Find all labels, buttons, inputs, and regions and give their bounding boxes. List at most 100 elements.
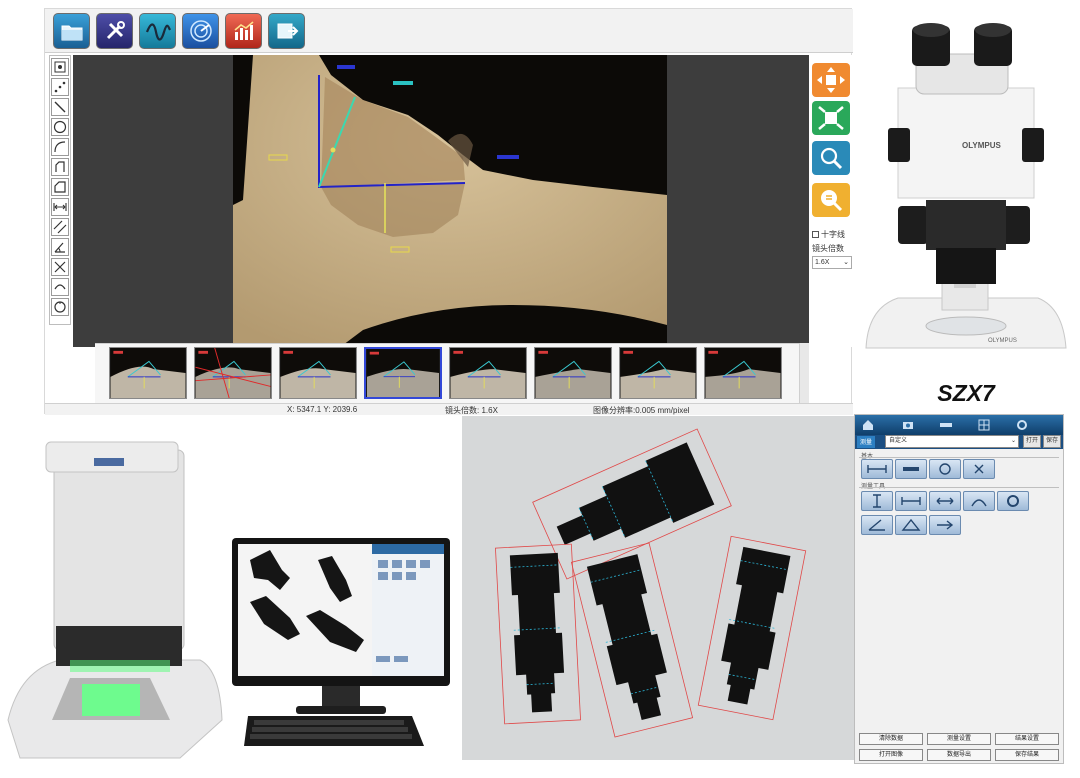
open-image-button[interactable]: 打开图像 <box>859 749 923 761</box>
stereo-microscope-image: OLYMPUS OLYMPUS <box>865 23 1067 349</box>
tool-arc-button[interactable] <box>963 491 995 511</box>
arc-tool-button[interactable] <box>51 138 69 156</box>
coordinates-readout: X: 5347.1 Y: 2039.6 <box>287 405 358 414</box>
export-icon <box>277 23 298 39</box>
zoom-label: 镜头倍数 <box>812 244 844 253</box>
chevron-down-icon: ⌄ <box>843 259 849 266</box>
polyline-tool-button[interactable] <box>51 158 69 176</box>
tool-vertical-button[interactable] <box>861 491 893 511</box>
radar-button[interactable] <box>182 13 219 49</box>
home-icon[interactable] <box>861 418 875 432</box>
pixel-scale-readout: 图像分辨率:0.005 mm/pixel <box>593 406 690 415</box>
weld-thumbnail[interactable] <box>279 347 357 399</box>
thumbnail-strip <box>95 343 807 403</box>
curve-tool-button[interactable] <box>51 278 69 296</box>
zoom-button[interactable] <box>812 141 850 175</box>
parallel-tool-icon <box>53 220 67 234</box>
export-button[interactable] <box>268 13 305 49</box>
template-select[interactable]: 自定义 ⌄ <box>885 435 1019 448</box>
line-tool-button[interactable] <box>51 98 69 116</box>
parallel-tool-button[interactable] <box>51 218 69 236</box>
measure-circle-button[interactable] <box>929 459 961 479</box>
save-result-button[interactable]: 保存结果 <box>995 749 1059 761</box>
section-tools-label: 测量工具 <box>861 481 885 490</box>
image-canvas[interactable] <box>73 55 809 347</box>
open-folder-icon <box>61 25 82 41</box>
grid-icon[interactable] <box>977 418 991 432</box>
camera-icon[interactable] <box>901 418 915 432</box>
arrow-icon <box>937 520 954 530</box>
tool-arrow-button[interactable] <box>929 515 961 535</box>
panel-header <box>855 415 1063 435</box>
thumbnail-image <box>110 348 186 398</box>
settings-icon[interactable] <box>1015 418 1029 432</box>
move-button[interactable] <box>812 63 850 97</box>
open-button[interactable]: 打开 <box>1023 435 1041 448</box>
model-label: SZX7 <box>937 380 995 406</box>
point-icon <box>974 464 984 474</box>
measure-width-button[interactable] <box>861 459 893 479</box>
measure-line-button[interactable] <box>895 459 927 479</box>
tool-triangle-button[interactable] <box>895 515 927 535</box>
tool-ring-button[interactable] <box>997 491 1029 511</box>
fit-button[interactable] <box>812 101 850 135</box>
circle-icon <box>939 463 951 475</box>
distance-tool-button[interactable] <box>51 198 69 216</box>
vertical-distance-icon <box>873 494 881 508</box>
result-settings-button[interactable]: 结果设置 <box>995 733 1059 745</box>
open-folder-button[interactable] <box>53 13 90 49</box>
tools-button[interactable] <box>96 13 133 49</box>
chart-icon <box>233 21 254 40</box>
parts-measurement-canvas[interactable] <box>462 416 854 760</box>
base-brand-text: OLYMPUS <box>988 338 1017 344</box>
tool-expand-button[interactable] <box>929 491 961 511</box>
checkbox-box[interactable] <box>812 231 819 239</box>
export-data-button[interactable]: 数据导出 <box>927 749 991 761</box>
thumbnail-image <box>280 348 356 398</box>
radar-icon <box>189 20 212 42</box>
save-button[interactable]: 保存 <box>1043 435 1061 448</box>
weld-thumbnail[interactable] <box>109 347 187 399</box>
measure-settings-button[interactable]: 测量设置 <box>927 733 991 745</box>
move-icon <box>817 67 845 93</box>
ruler-icon[interactable] <box>939 418 953 432</box>
tab-measure[interactable]: 测量 <box>857 436 876 448</box>
point-tool-icon <box>54 81 66 93</box>
tool-angle-button[interactable] <box>861 515 893 535</box>
point-tool-button[interactable] <box>51 78 69 96</box>
ring-icon <box>1007 495 1019 507</box>
circle-tool-button[interactable] <box>51 118 69 136</box>
weld-thumbnail[interactable] <box>449 347 527 399</box>
chart-button[interactable] <box>225 13 262 49</box>
weld-thumbnail[interactable] <box>704 347 782 399</box>
weld-thumbnail[interactable] <box>194 347 272 399</box>
brand-text: OLYMPUS <box>962 141 1001 150</box>
chevron-down-icon: ⌄ <box>1010 438 1016 444</box>
weld-thumbnail[interactable] <box>534 347 612 399</box>
angle-tool-button[interactable] <box>51 238 69 256</box>
weld-thumbnail[interactable] <box>619 347 697 399</box>
weld-thumbnail[interactable] <box>364 347 442 399</box>
cross-tool-button[interactable] <box>51 258 69 276</box>
thumbnail-scrollbar[interactable] <box>799 343 809 403</box>
drawing-tools-panel <box>49 55 71 325</box>
weld-analysis-window: 十字线 镜头倍数 1.6X ⌄ X: 5347.1 Y: 2039.6 镜头倍数:… <box>44 8 853 415</box>
measurement-panel: 测量 自定义⌄ 打开 保存 基本 测量工具 清除数据 测量设置 结果设置 打开图… <box>854 414 1064 764</box>
circle-tool-icon <box>53 120 67 134</box>
tool-horizontal-button[interactable] <box>895 491 927 511</box>
polygon-tool-icon <box>54 181 66 193</box>
zoom-select[interactable]: 1.6X ⌄ <box>812 256 852 269</box>
polyline-tool-icon <box>55 161 65 172</box>
section-divider <box>859 487 1059 488</box>
status-bar: X: 5347.1 Y: 2039.6 镜头倍数: 1.6X 图像分辨率:0.0… <box>45 403 853 415</box>
magnification-readout: 镜头倍数: 1.6X <box>445 406 498 415</box>
search-button[interactable] <box>812 183 850 217</box>
polygon-tool-button[interactable] <box>51 178 69 196</box>
measure-point-button[interactable] <box>963 459 995 479</box>
weld-toolbar <box>45 9 853 53</box>
clear-data-button[interactable]: 清除数据 <box>859 733 923 745</box>
crosshair-checkbox[interactable]: 十字线 <box>812 229 845 240</box>
round-tool-button[interactable] <box>51 298 69 316</box>
waveform-button[interactable] <box>139 13 176 49</box>
select-tool-button[interactable] <box>51 58 69 76</box>
